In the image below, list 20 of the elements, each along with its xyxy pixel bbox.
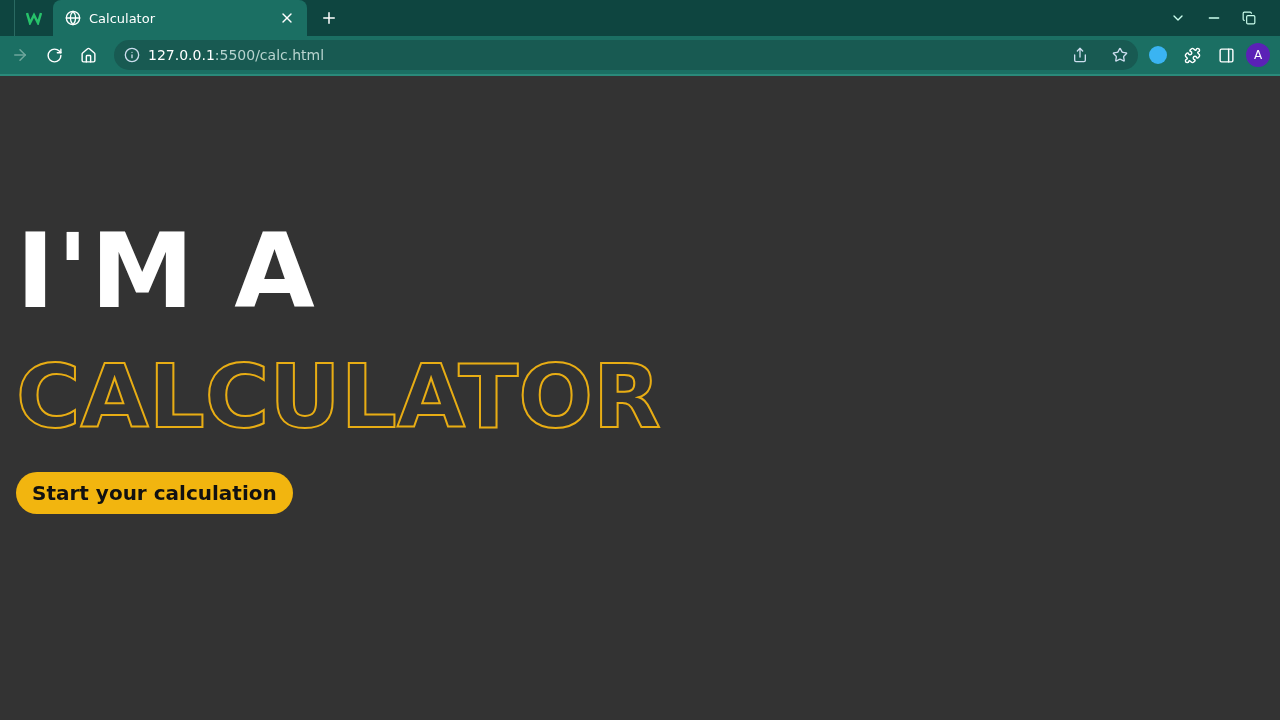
outlined-heading: CALCULATOR: [16, 352, 661, 442]
side-panel-icon: [1217, 46, 1235, 64]
start-button[interactable]: Start your calculation: [16, 472, 293, 514]
url-text: 127.0.0.1:5500/calc.html: [148, 47, 326, 63]
globe-icon: [65, 10, 81, 26]
home-icon: [79, 46, 97, 64]
profile-avatar[interactable]: A: [1246, 43, 1270, 67]
address-bar[interactable]: 127.0.0.1:5500/calc.html: [114, 40, 1138, 70]
share-icon[interactable]: [1072, 47, 1088, 63]
reload-icon: [45, 46, 63, 64]
logo-icon: [26, 11, 42, 25]
arrow-right-icon: [11, 46, 29, 64]
info-icon: [124, 47, 140, 63]
plus-icon: [320, 9, 338, 27]
restore-icon[interactable]: [1242, 11, 1256, 25]
tab-title: Calculator: [89, 10, 156, 26]
star-icon[interactable]: [1112, 47, 1128, 63]
puzzle-icon: [1183, 46, 1201, 64]
browser-tab[interactable]: Calculator: [53, 0, 307, 36]
hero-heading: I'M A: [16, 216, 317, 326]
